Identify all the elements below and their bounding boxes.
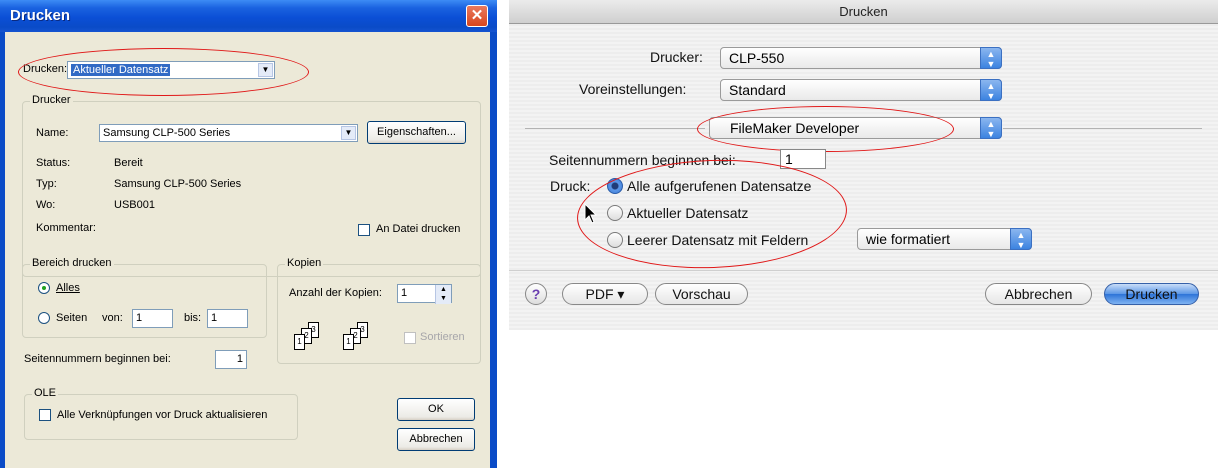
format-popup[interactable]: wie formatiert ▲ ▼ xyxy=(857,228,1032,250)
sortieren-label: Sortieren xyxy=(420,331,465,343)
anzahl-label: Anzahl der Kopien: xyxy=(289,287,382,299)
ole-label: Alle Verknüpfungen vor Druck aktualisier… xyxy=(57,409,268,421)
separator-bottom xyxy=(509,270,1218,271)
panel-value: FileMaker Developer xyxy=(730,120,860,136)
help-icon: ? xyxy=(531,286,541,302)
format-value: wie formatiert xyxy=(866,231,951,247)
kopien-group: Kopien xyxy=(277,257,481,364)
radio-alle[interactable] xyxy=(607,178,623,194)
popup-arrows-icon: ▲ ▼ xyxy=(1010,228,1032,250)
collate-page: 1 xyxy=(343,334,354,350)
drucken-select[interactable]: Aktueller Datensatz ▼ xyxy=(67,61,275,79)
dialog-title: Drucken xyxy=(10,7,71,24)
vorschau-button[interactable]: Vorschau xyxy=(655,283,748,305)
collate-page: 1 xyxy=(294,334,305,350)
alles-label: Alles xyxy=(56,282,80,294)
druck-label: Druck: xyxy=(550,178,591,194)
radio-alle-label: Alle aufgerufenen Datensatze xyxy=(627,178,812,194)
separator-left xyxy=(525,128,705,129)
typ-value: Samsung CLP-500 Series xyxy=(114,178,242,190)
seitennummern-input[interactable]: 1 xyxy=(780,149,826,169)
typ-label: Typ: xyxy=(36,178,57,190)
kopien-group-label: Kopien xyxy=(285,257,324,269)
sortieren-checkbox[interactable] xyxy=(404,332,416,344)
bis-label: bis: xyxy=(184,312,202,324)
voreinstellungen-popup[interactable]: Standard ▲ ▼ xyxy=(720,79,1002,101)
wo-label: Wo: xyxy=(36,199,56,211)
mouse-pointer-icon xyxy=(584,203,598,224)
voreinstellungen-label: Voreinstellungen: xyxy=(579,81,687,97)
von-label: von: xyxy=(102,312,123,324)
radio-aktueller-label: Aktueller Datensatz xyxy=(627,205,749,221)
radio-leerer[interactable] xyxy=(607,232,623,248)
chevron-down-icon: ▼ xyxy=(258,63,273,77)
popup-arrows-icon: ▲ ▼ xyxy=(980,117,1002,139)
wo-value: USB001 xyxy=(114,199,155,211)
drucker-value: CLP-550 xyxy=(729,50,785,66)
popup-arrows-icon: ▲ ▼ xyxy=(980,47,1002,69)
drucken-button[interactable]: Drucken xyxy=(1104,283,1199,305)
chevron-down-icon: ▼ xyxy=(341,126,356,140)
bis-input[interactable]: 1 xyxy=(207,309,248,328)
spin-arrows-icon[interactable]: ▲ ▼ xyxy=(435,285,451,304)
radio-leerer-label: Leerer Datensatz mit Feldern xyxy=(627,232,809,248)
panel-popup[interactable]: FileMaker Developer ▲ ▼ xyxy=(709,117,1002,139)
dialog-body: Drucken: Aktueller Datensatz ▼ Drucker N… xyxy=(5,32,490,468)
close-icon: ✕ xyxy=(470,7,484,24)
seitennummern-label: Seitennummern beginnen bei: xyxy=(24,353,171,365)
abbrechen-button[interactable]: Abbrechen xyxy=(985,283,1092,305)
seiten-radio[interactable] xyxy=(38,312,50,324)
name-label: Name: xyxy=(36,127,69,139)
anzahl-stepper[interactable]: 1 ▲ ▼ xyxy=(397,284,452,304)
mac-title-bar[interactable]: Drucken xyxy=(509,0,1218,24)
voreinstellungen-value: Standard xyxy=(729,82,786,98)
kommentar-label: Kommentar: xyxy=(36,222,96,234)
drucken-value: Aktueller Datensatz xyxy=(71,64,171,76)
help-button[interactable]: ? xyxy=(525,283,547,305)
separator-right xyxy=(1003,128,1202,129)
seitennummern-input[interactable]: 1 xyxy=(215,350,247,369)
drucker-popup[interactable]: CLP-550 ▲ ▼ xyxy=(720,47,1002,69)
anzahl-value: 1 xyxy=(401,287,408,299)
ok-button[interactable]: OK xyxy=(397,398,475,421)
drucker-label: Drucker: xyxy=(650,49,703,65)
printer-name-select[interactable]: Samsung CLP-500 Series ▼ xyxy=(99,124,358,142)
ole-checkbox[interactable] xyxy=(39,409,51,421)
drucken-label: Drucken: xyxy=(23,63,68,75)
an-datei-label: An Datei drucken xyxy=(376,223,461,235)
ole-group-label: OLE xyxy=(32,387,59,399)
alles-radio[interactable] xyxy=(38,282,50,294)
popup-arrows-icon: ▲ ▼ xyxy=(980,79,1002,101)
seitennummern-label: Seitennummern beginnen bei: xyxy=(549,152,736,168)
mac-dialog-title: Drucken xyxy=(839,4,888,19)
bereich-group-label: Bereich drucken xyxy=(30,257,114,269)
mac-print-dialog: Drucken Drucker: CLP-550 ▲ ▼ Voreinstellu… xyxy=(509,0,1218,330)
pdf-button[interactable]: PDF ▾ xyxy=(562,283,648,305)
status-label: Status: xyxy=(36,157,71,169)
von-input[interactable]: 1 xyxy=(132,309,173,328)
windows-print-dialog: Drucken ✕ Drucken: Aktueller Datensatz ▼… xyxy=(0,0,497,468)
close-button[interactable]: ✕ xyxy=(466,5,488,27)
printer-name-value: Samsung CLP-500 Series xyxy=(103,127,231,139)
title-bar[interactable]: Drucken ✕ xyxy=(0,0,497,32)
abbrechen-button[interactable]: Abbrechen xyxy=(397,428,475,451)
an-datei-checkbox[interactable] xyxy=(358,224,370,236)
radio-aktueller[interactable] xyxy=(607,205,623,221)
seiten-label: Seiten xyxy=(56,312,88,324)
drucker-group-label: Drucker xyxy=(30,94,73,106)
window-frame-right xyxy=(490,32,497,468)
status-value: Bereit xyxy=(114,157,143,169)
eigenschaften-button[interactable]: Eigenschaften... xyxy=(367,121,466,144)
